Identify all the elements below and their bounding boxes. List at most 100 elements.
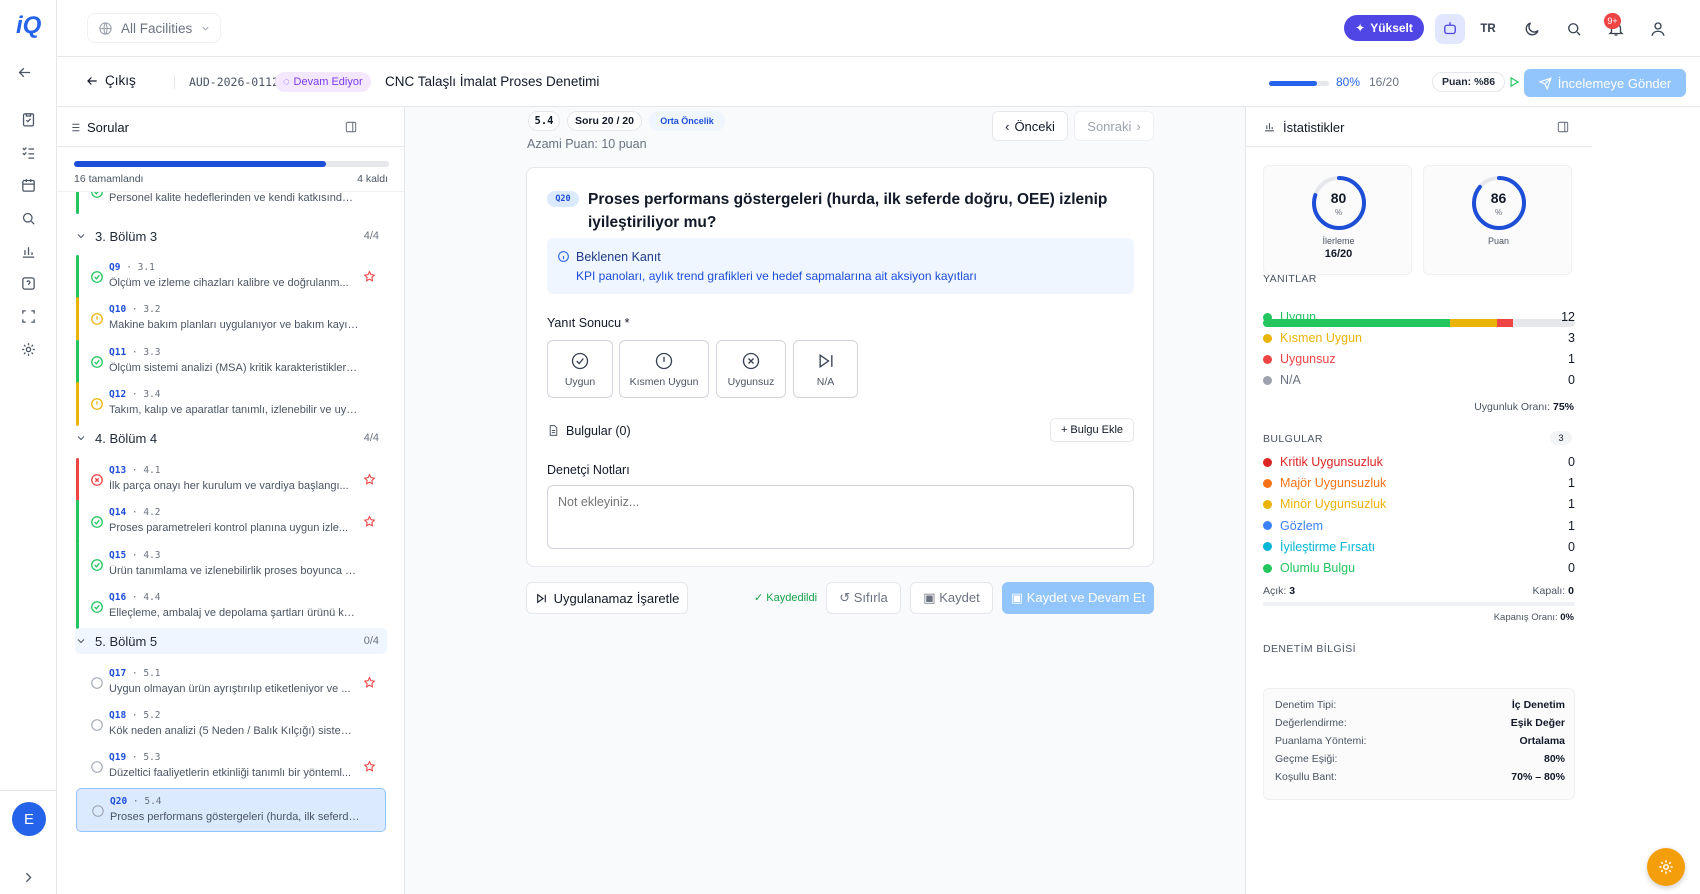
star-icon[interactable]	[363, 515, 376, 528]
check-circle-icon	[90, 600, 104, 614]
answer-na-button[interactable]: N/A	[793, 340, 858, 398]
answer-noncompliant-button[interactable]: Uygunsuz	[716, 340, 786, 398]
question-list-item[interactable]: Q20 · 5.4 Proses performans göstergeleri…	[76, 788, 386, 832]
question-code-badge: Q20	[547, 191, 579, 207]
help-icon[interactable]	[17, 272, 39, 294]
settings-fab[interactable]	[1647, 848, 1685, 886]
auditor-notes-input[interactable]	[547, 485, 1134, 549]
section-name: 3. Bölüm 3	[95, 228, 158, 244]
questions-progress-fill	[74, 161, 326, 167]
gear-icon[interactable]	[17, 338, 39, 360]
answer-compliant-button[interactable]: Uygun	[547, 340, 613, 398]
expand-chevron-icon[interactable]	[17, 866, 39, 888]
question-list-item[interactable]: Q17 · 5.1 Uygun olmayan ürün ayrıştırılı…	[76, 661, 386, 705]
answer-result-label: Yanıt Sonucu *	[547, 316, 630, 330]
clipboard-icon[interactable]	[17, 108, 39, 130]
question-list-item[interactable]: Q10 · 3.2 Makine bakım planları uygulanı…	[76, 297, 386, 341]
reset-button[interactable]: ↺ Sıfırla	[826, 582, 901, 614]
check-circle-icon	[90, 270, 104, 284]
add-finding-button[interactable]: + Bulgu Ekle	[1050, 418, 1134, 442]
language-switch[interactable]: TR	[1473, 14, 1503, 44]
question-list-item[interactable]: Q13 · 4.1 İlk parça onayı her kurulum ve…	[76, 458, 386, 502]
facility-selector[interactable]: All Facilities	[87, 13, 221, 43]
info-value: 70% – 80%	[1511, 771, 1565, 783]
question-list-item[interactable]: Q14 · 4.2 Proses parametreleri kontrol p…	[76, 500, 386, 544]
moon-icon[interactable]	[1517, 14, 1547, 44]
closed-label: Kapalı:	[1532, 585, 1566, 597]
answer-partial-button[interactable]: Kısmen Uygun	[619, 340, 709, 398]
user-icon[interactable]	[1643, 14, 1673, 44]
question-list: Personel kalite hedeflerinden ve kendi k…	[57, 191, 404, 894]
score-ring-value: 86	[1490, 190, 1507, 206]
save-button[interactable]: ▣ Kaydet	[910, 582, 993, 614]
chevron-down-icon	[77, 436, 85, 441]
question-code-label: Q17	[109, 668, 127, 679]
star-icon[interactable]	[363, 473, 376, 486]
search-icon[interactable]	[1559, 14, 1589, 44]
bar-chart-icon[interactable]	[17, 240, 39, 262]
collapse-panel-icon[interactable]	[344, 120, 358, 134]
check-circle-icon	[90, 558, 104, 572]
findings-label: Bulgular (0)	[566, 424, 631, 438]
calendar-icon[interactable]	[17, 174, 39, 196]
question-item-text: İlk parça onayı her kurulum ve vardiya b…	[109, 480, 349, 492]
upgrade-button[interactable]: ✦ Yükselt	[1344, 15, 1424, 41]
save-continue-button[interactable]: ▣ Kaydet ve Devam Et	[1002, 582, 1154, 614]
exit-button[interactable]: Çıkış	[85, 73, 136, 88]
info-value: 80%	[1543, 753, 1565, 765]
question-ref-label: 3.3	[143, 347, 161, 358]
section-header[interactable]: 5. Bölüm 5 0/4	[75, 628, 387, 654]
section-header[interactable]: 3. Bölüm 3 4/4	[75, 223, 387, 249]
question-item-text: Takım, kalıp ve aparatlar tanımlı, izlen…	[109, 404, 359, 416]
floppy-icon: ▣	[923, 590, 940, 605]
avatar-initial: E	[23, 810, 34, 828]
question-list-item[interactable]: Q15 · 4.3 Ürün tanımlama ve izlenebilirl…	[76, 543, 386, 587]
star-icon[interactable]	[363, 270, 376, 283]
question-list-item[interactable]: Q9 · 3.1 Ölçüm ve izleme cihazları kalib…	[76, 255, 386, 299]
assistant-bot-icon[interactable]	[1435, 14, 1465, 44]
collapse-panel-icon[interactable]	[1556, 120, 1570, 134]
star-icon[interactable]	[363, 676, 376, 689]
avatar[interactable]: E	[12, 802, 46, 836]
question-list-item[interactable]: Q19 · 5.3 Düzeltici faaliyetlerin etkinl…	[76, 745, 386, 789]
app-logo[interactable]: iQ	[16, 12, 52, 42]
question-item-text: Proses performans göstergeleri (hurda, i…	[110, 811, 360, 823]
top-header: All Facilities ✦ Yükselt TR 9+	[57, 0, 1700, 57]
question-code: Q12 · 3.4	[109, 389, 161, 400]
mark-not-applicable-button[interactable]: Uygulanamaz İşaretle	[526, 582, 688, 614]
section-header[interactable]: 4. Bölüm 4 4/4	[75, 425, 387, 451]
question-ref: · 4.4	[131, 592, 161, 603]
question-list-item[interactable]: Q12 · 3.4 Takım, kalıp ve aparatlar tanı…	[76, 382, 386, 426]
status-bar	[76, 458, 79, 502]
legend-dot	[1263, 457, 1272, 467]
question-ref-label: 5.3	[143, 752, 161, 763]
next-button[interactable]: Sonraki ›	[1074, 111, 1154, 141]
send-review-button[interactable]: İncelemeye Gönder	[1524, 69, 1686, 97]
question-list-item[interactable]: Q11 · 3.3 Ölçüm sistemi analizi (MSA) kr…	[76, 340, 386, 384]
answers-legend-item: N/A 0	[1263, 371, 1575, 389]
play-icon[interactable]	[1503, 71, 1525, 93]
search-icon[interactable]	[17, 207, 39, 229]
scan-icon[interactable]	[17, 305, 39, 327]
score-ring-unit: %	[1494, 208, 1503, 217]
closure-label: Kapanış Oranı:	[1493, 612, 1558, 623]
previous-button[interactable]: ‹ Önceki	[992, 111, 1068, 141]
question-list-item[interactable]: Q16 · 4.4 Elleçleme, ambalaj ve depolama…	[76, 585, 386, 629]
question-list-item[interactable]: Q18 · 5.2 Kök neden analizi (5 Neden / B…	[76, 703, 386, 747]
answer-label: Kısmen Uygun	[629, 375, 699, 388]
back-arrow-icon[interactable]	[13, 61, 35, 83]
question-position-pill: Soru 20 / 20	[567, 111, 642, 131]
question-code: Q10 · 3.2	[109, 304, 161, 315]
remaining-count: 4 kaldı	[357, 173, 388, 185]
list-item[interactable]: Personel kalite hedeflerinden ve kendi k…	[76, 192, 386, 214]
notification-badge: 9+	[1604, 13, 1621, 29]
audit-progress-percent: 80%	[1336, 75, 1361, 89]
checklist-icon[interactable]	[17, 141, 39, 163]
legend-value: 1	[1568, 476, 1575, 491]
question-ref-label: 3.2	[143, 304, 161, 315]
question-ref: · 4.3	[131, 550, 161, 561]
skip-forward-icon	[536, 593, 546, 603]
star-icon[interactable]	[363, 760, 376, 773]
chevron-down-icon	[77, 639, 85, 644]
answer-label: Uygun	[564, 375, 596, 388]
